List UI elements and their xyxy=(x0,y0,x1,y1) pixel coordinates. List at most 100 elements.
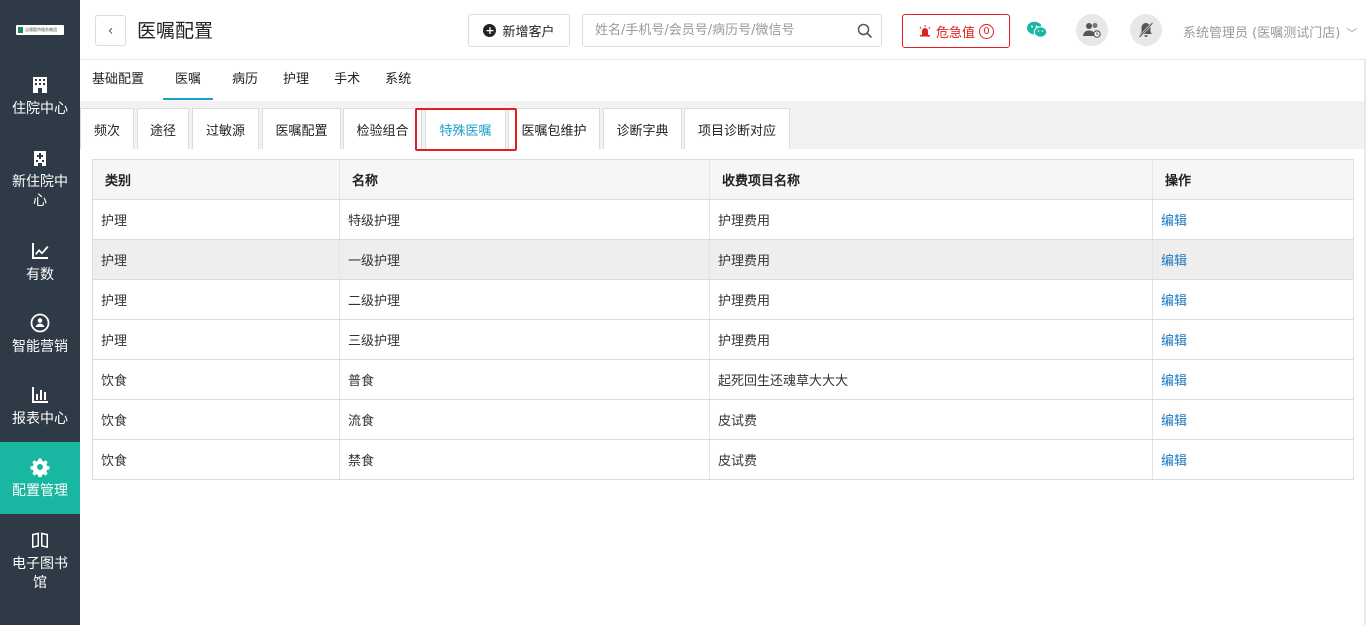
order-subtabs: 频次 途径 过敏源 医嘱配置 检验组合 特殊医嘱 医嘱包维护 诊断字典 项目诊断… xyxy=(80,101,1366,149)
cell-charge-item: 皮试费 xyxy=(709,399,1153,440)
cell-name: 特级护理 xyxy=(339,199,710,240)
column-header-actions: 操作 xyxy=(1152,159,1354,200)
cell-name: 普食 xyxy=(339,359,710,400)
column-header-category: 类别 xyxy=(92,159,340,200)
sidebar-item-data[interactable]: 有数 xyxy=(0,226,80,298)
subtab-allergen[interactable]: 过敏源 xyxy=(192,108,259,149)
sidebar-item-label: 住院中心 xyxy=(12,100,68,117)
edit-link[interactable]: 编辑 xyxy=(1152,319,1354,360)
user-group-icon xyxy=(1083,23,1101,38)
cell-name: 流食 xyxy=(339,399,710,440)
sidebar-item-label: 有数 xyxy=(26,266,54,283)
gear-icon xyxy=(29,456,51,478)
edit-link[interactable]: 编辑 xyxy=(1152,239,1354,280)
special-orders-table: 类别 名称 收费项目名称 操作 护理 特级护理 护理费用 编辑 护理 一级护理 … xyxy=(92,159,1354,480)
cell-charge-item: 护理费用 xyxy=(709,199,1153,240)
sidebar-item-reports[interactable]: 报表中心 xyxy=(0,370,80,442)
new-customer-label: 新增客户 xyxy=(502,25,555,40)
tab-system[interactable]: 系统 xyxy=(379,61,417,100)
sidebar-item-config[interactable]: 配置管理 xyxy=(0,442,80,514)
table-row: 护理 二级护理 护理费用 编辑 xyxy=(92,279,1354,320)
cell-name: 禁食 xyxy=(339,439,710,480)
wechat-icon[interactable] xyxy=(1026,20,1048,40)
cell-name: 二级护理 xyxy=(339,279,710,320)
tab-surgery[interactable]: 手术 xyxy=(328,61,366,100)
mute-notification-button[interactable] xyxy=(1130,14,1162,46)
sidebar-item-marketing[interactable]: 智能营销 xyxy=(0,298,80,370)
logo-mark-icon xyxy=(18,27,23,33)
table-header-row: 类别 名称 收费项目名称 操作 xyxy=(92,159,1354,200)
back-button[interactable]: ‹ xyxy=(95,15,126,46)
table-row: 护理 特级护理 护理费用 编辑 xyxy=(92,199,1354,240)
user-menu[interactable]: 系统管理员 (医嘱测试门店) ﹀ xyxy=(1183,22,1357,41)
sidebar-item-library[interactable]: 电子图书馆 xyxy=(0,514,80,608)
table-row: 饮食 流食 皮试费 编辑 xyxy=(92,399,1354,440)
subtab-item-diagnosis-map[interactable]: 项目诊断对应 xyxy=(684,108,790,149)
bell-off-icon xyxy=(1138,22,1154,38)
edit-link[interactable]: 编辑 xyxy=(1152,199,1354,240)
cell-category: 护理 xyxy=(92,199,340,240)
column-header-name: 名称 xyxy=(339,159,710,200)
cell-charge-item: 起死回生还魂草大大大 xyxy=(709,359,1153,400)
logo-text: 洁雅酷特服务集团 xyxy=(25,27,57,32)
sidebar: 洁雅酷特服务集团 住院中心 新住院中心 有数 智能营销 报表中心 配置管理 电子… xyxy=(0,0,80,625)
subtab-order-package[interactable]: 医嘱包维护 xyxy=(508,108,600,149)
subtab-lab-group[interactable]: 检验组合 xyxy=(343,108,422,149)
table-row: 护理 三级护理 护理费用 编辑 xyxy=(92,319,1354,360)
table-row: 饮食 禁食 皮试费 编辑 xyxy=(92,439,1354,480)
cell-charge-item: 护理费用 xyxy=(709,279,1153,320)
edit-link[interactable]: 编辑 xyxy=(1152,359,1354,400)
cell-category: 饮食 xyxy=(92,439,340,480)
subtab-route[interactable]: 途径 xyxy=(137,108,189,149)
tab-basic-config[interactable]: 基础配置 xyxy=(86,61,150,100)
sidebar-item-new-inpatient[interactable]: 新住院中心 xyxy=(0,132,80,226)
column-header-charge-item: 收费项目名称 xyxy=(709,159,1153,200)
danger-value-label: 危急值 xyxy=(935,25,975,41)
page-title: 医嘱配置 xyxy=(137,20,214,42)
cell-category: 护理 xyxy=(92,279,340,320)
danger-value-button[interactable]: 危急值 0 xyxy=(902,14,1010,48)
edit-link[interactable]: 编辑 xyxy=(1152,399,1354,440)
sidebar-item-label: 智能营销 xyxy=(12,338,68,355)
cell-name: 三级护理 xyxy=(339,319,710,360)
sidebar-item-label: 配置管理 xyxy=(12,482,68,499)
cell-category: 饮食 xyxy=(92,399,340,440)
trend-chart-icon xyxy=(29,240,51,262)
new-hospital-icon xyxy=(29,147,51,169)
marketing-icon xyxy=(29,312,51,334)
sidebar-item-label: 报表中心 xyxy=(12,410,68,427)
user-group-button[interactable] xyxy=(1076,14,1108,46)
alarm-light-icon xyxy=(919,25,931,37)
cell-charge-item: 皮试费 xyxy=(709,439,1153,480)
logo-image: 洁雅酷特服务集团 xyxy=(16,25,64,35)
subtab-frequency[interactable]: 频次 xyxy=(80,108,134,149)
book-icon xyxy=(29,529,51,551)
top-header: ‹ 医嘱配置 + 新增客户 危急值 0 系统管理员 (医嘱测试门店) ﹀ xyxy=(80,0,1366,60)
hospital-building-icon xyxy=(29,74,51,96)
tab-nursing[interactable]: 护理 xyxy=(277,61,315,100)
user-name-label: 系统管理员 (医嘱测试门店) xyxy=(1183,26,1341,41)
subtab-diagnosis-dict[interactable]: 诊断字典 xyxy=(603,108,682,149)
subtab-special-orders[interactable]: 特殊医嘱 xyxy=(425,108,506,149)
sidebar-item-label: 电子图书馆 xyxy=(12,556,68,591)
cell-charge-item: 护理费用 xyxy=(709,319,1153,360)
module-tabs: 基础配置 医嘱 病历 护理 手术 系统 xyxy=(80,61,1366,101)
edit-link[interactable]: 编辑 xyxy=(1152,439,1354,480)
cell-category: 护理 xyxy=(92,319,340,360)
subtab-order-config[interactable]: 医嘱配置 xyxy=(262,108,341,149)
cell-category: 护理 xyxy=(92,239,340,280)
danger-count-badge: 0 xyxy=(979,23,994,39)
logo: 洁雅酷特服务集团 xyxy=(0,0,80,60)
edit-link[interactable]: 编辑 xyxy=(1152,279,1354,320)
sidebar-item-label: 新住院中心 xyxy=(12,174,68,209)
new-customer-button[interactable]: + 新增客户 xyxy=(468,14,570,47)
tab-orders[interactable]: 医嘱 xyxy=(163,61,214,100)
plus-circle-icon: + xyxy=(483,24,497,37)
chevron-down-icon: ﹀ xyxy=(1346,27,1358,40)
sidebar-item-inpatient[interactable]: 住院中心 xyxy=(0,60,80,132)
search-input[interactable] xyxy=(583,15,843,46)
search-icon[interactable] xyxy=(857,23,873,39)
search-box xyxy=(582,14,882,47)
table-row: 饮食 普食 起死回生还魂草大大大 编辑 xyxy=(92,359,1354,400)
tab-medical-records[interactable]: 病历 xyxy=(226,61,264,100)
